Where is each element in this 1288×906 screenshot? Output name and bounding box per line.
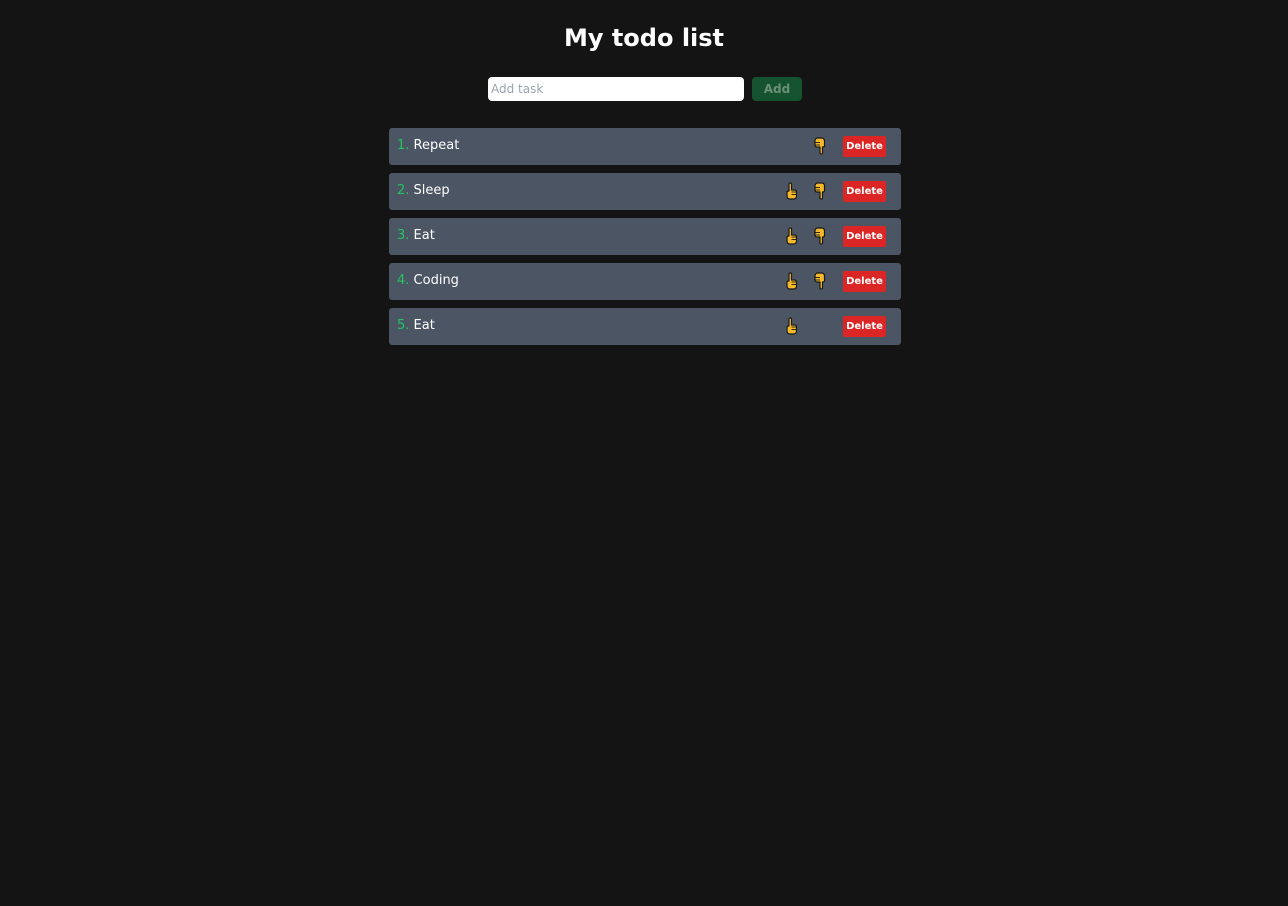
task-label: 2. Sleep	[397, 182, 450, 200]
page-title: My todo list	[563, 24, 725, 52]
task-text: Repeat	[413, 138, 460, 153]
task-label: 1. Repeat	[397, 137, 459, 155]
task-text: Eat	[413, 318, 435, 333]
task-text: Sleep	[413, 183, 450, 198]
task-item: 4. Coding Delete	[389, 263, 901, 300]
task-number: 2.	[397, 183, 410, 198]
task-label: 4. Coding	[397, 272, 459, 290]
add-button[interactable]: Add	[752, 77, 802, 101]
delete-button[interactable]: Delete	[843, 136, 886, 157]
task-item: 2. Sleep Delete	[389, 173, 901, 210]
task-number: 3.	[397, 228, 410, 243]
add-task-input[interactable]	[488, 77, 744, 101]
pointing-down-icon[interactable]	[811, 181, 829, 201]
task-item: 1. Repeat Delete	[389, 128, 901, 165]
task-label: 3. Eat	[397, 227, 435, 245]
pointing-up-icon[interactable]	[782, 316, 800, 336]
task-item: 5. Eat Delete	[389, 308, 901, 345]
pointing-down-icon[interactable]	[811, 136, 829, 156]
pointing-down-icon[interactable]	[811, 226, 829, 246]
task-number: 5.	[397, 318, 410, 333]
task-item: 3. Eat Delete	[389, 218, 901, 255]
pointing-up-icon[interactable]	[782, 226, 800, 246]
pointing-up-icon[interactable]	[782, 271, 800, 291]
delete-button[interactable]: Delete	[843, 271, 886, 292]
todo-app: My todo list Add 1. Repeat Delete 2. Sle…	[0, 0, 1288, 906]
task-label: 5. Eat	[397, 317, 435, 335]
delete-button[interactable]: Delete	[843, 316, 886, 337]
task-list: 1. Repeat Delete 2. Sleep Delete 3. Eat …	[389, 128, 901, 353]
task-text: Coding	[413, 273, 459, 288]
task-number: 1.	[397, 138, 410, 153]
task-text: Eat	[413, 228, 435, 243]
pointing-up-icon[interactable]	[782, 181, 800, 201]
pointing-down-icon[interactable]	[811, 271, 829, 291]
add-task-form: Add	[488, 77, 802, 101]
task-number: 4.	[397, 273, 410, 288]
delete-button[interactable]: Delete	[843, 181, 886, 202]
delete-button[interactable]: Delete	[843, 226, 886, 247]
